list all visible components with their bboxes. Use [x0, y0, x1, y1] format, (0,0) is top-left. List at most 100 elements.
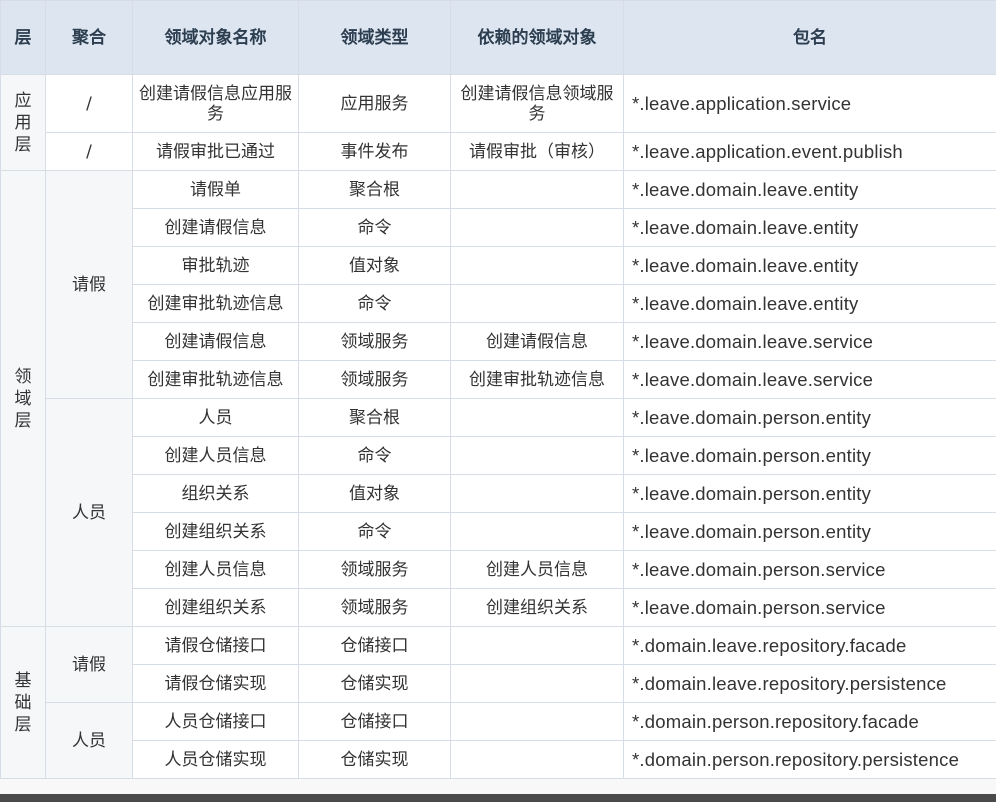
package-cell: *.domain.leave.repository.persistence — [623, 664, 996, 703]
object-name-cell: 创建组织关系 — [132, 512, 299, 551]
package-cell: *.leave.domain.leave.entity — [623, 284, 996, 323]
aggregate-cell: / — [45, 74, 133, 133]
aggregate-leave: 请假 — [45, 170, 133, 399]
table-row: 组织关系 值对象 *.leave.domain.person.entity — [1, 474, 996, 513]
package-cell: *.leave.domain.leave.entity — [623, 208, 996, 247]
object-name-cell: 创建审批轨迹信息 — [132, 284, 299, 323]
package-cell: *.leave.domain.person.entity — [623, 436, 996, 475]
table-row: 领 域 层 请假 请假单 聚合根 *.leave.domain.leave.en… — [0, 170, 996, 627]
table-row: 创建请假信息 命令 *.leave.domain.leave.entity — [1, 208, 996, 247]
table-row: 人员 人员 聚合根 *.leave.domain.person.entity — [1, 398, 996, 627]
package-cell: *.leave.domain.leave.entity — [623, 246, 996, 285]
package-cell: *.leave.domain.person.entity — [623, 512, 996, 551]
package-cell: *.leave.domain.leave.entity — [623, 170, 996, 209]
header-dependency: 依赖的领域对象 — [450, 0, 624, 75]
dependency-cell: 创建审批轨迹信息 — [450, 360, 624, 399]
object-name-cell: 创建请假信息 — [132, 322, 299, 361]
object-name-cell: 创建审批轨迹信息 — [132, 360, 299, 399]
dependency-cell — [450, 284, 624, 323]
package-table: 层 聚合 领域对象名称 领域类型 依赖的领域对象 包名 应 用 层 / 创建请假… — [0, 0, 996, 779]
domain-type-cell: 应用服务 — [298, 74, 451, 133]
object-name-cell: 创建请假信息应用服务 — [132, 74, 299, 133]
object-name-cell: 创建人员信息 — [132, 550, 299, 589]
header-layer: 层 — [0, 0, 46, 75]
domain-type-cell: 仓储实现 — [298, 664, 451, 703]
layer-infrastructure: 基 础 层 — [0, 626, 46, 779]
dependency-cell — [450, 474, 624, 513]
dependency-cell — [450, 664, 624, 703]
domain-type-cell: 仓储接口 — [298, 626, 451, 665]
dependency-cell: 创建组织关系 — [450, 588, 624, 627]
layer-application: 应 用 层 — [0, 74, 46, 171]
aggregate-cell: / — [45, 132, 133, 171]
object-name-cell: 创建组织关系 — [132, 588, 299, 627]
dependency-cell — [450, 740, 624, 779]
domain-type-cell: 领域服务 — [298, 360, 451, 399]
domain-type-cell: 事件发布 — [298, 132, 451, 171]
domain-type-cell: 值对象 — [298, 474, 451, 513]
object-name-cell: 创建请假信息 — [132, 208, 299, 247]
dependency-cell — [450, 626, 624, 665]
package-cell: *.domain.person.repository.facade — [623, 702, 996, 741]
header-row: 层 聚合 领域对象名称 领域类型 依赖的领域对象 包名 — [0, 0, 996, 75]
dependency-cell — [450, 436, 624, 475]
dependency-cell — [450, 512, 624, 551]
dependency-cell — [450, 398, 624, 437]
package-cell: *.leave.domain.leave.service — [623, 322, 996, 361]
table-row: / 请假审批已通过 事件发布 请假审批（审核） *.leave.applicat… — [1, 132, 996, 171]
package-cell: *.leave.application.event.publish — [623, 132, 996, 171]
aggregate-person: 人员 — [45, 702, 133, 779]
object-name-cell: 人员仓储接口 — [132, 702, 299, 741]
package-cell: *.leave.domain.person.entity — [623, 474, 996, 513]
domain-type-cell: 领域服务 — [298, 322, 451, 361]
package-cell: *.leave.domain.leave.service — [623, 360, 996, 399]
table-row: 应 用 层 / 创建请假信息应用服务 应用服务 创建请假信息领域服务 *.lea… — [0, 74, 996, 171]
dependency-cell — [450, 170, 624, 209]
object-name-cell: 请假单 — [132, 170, 299, 209]
header-aggregate: 聚合 — [45, 0, 133, 75]
domain-type-cell: 命令 — [298, 208, 451, 247]
domain-type-cell: 命令 — [298, 512, 451, 551]
domain-type-cell: 仓储接口 — [298, 702, 451, 741]
dependency-cell: 创建人员信息 — [450, 550, 624, 589]
table-row: 人员 人员仓储接口 仓储接口 *.domain.person.repositor… — [1, 702, 996, 779]
table-row: 创建审批轨迹信息 命令 *.leave.domain.leave.entity — [1, 284, 996, 323]
domain-type-cell: 领域服务 — [298, 550, 451, 589]
table-row: 请假仓储实现 仓储实现 *.domain.leave.repository.pe… — [1, 664, 996, 703]
table-row: 创建组织关系 领域服务 创建组织关系 *.leave.domain.person… — [1, 588, 996, 627]
package-cell: *.leave.application.service — [623, 74, 996, 133]
domain-type-cell: 仓储实现 — [298, 740, 451, 779]
domain-type-cell: 领域服务 — [298, 588, 451, 627]
domain-type-cell: 值对象 — [298, 246, 451, 285]
dependency-cell: 请假审批（审核） — [450, 132, 624, 171]
aggregate-person: 人员 — [45, 398, 133, 627]
object-name-cell: 请假仓储实现 — [132, 664, 299, 703]
object-name-cell: 创建人员信息 — [132, 436, 299, 475]
package-cell: *.domain.person.repository.persistence — [623, 740, 996, 779]
table-row: 审批轨迹 值对象 *.leave.domain.leave.entity — [1, 246, 996, 285]
dependency-cell — [450, 246, 624, 285]
table-row: 人员仓储实现 仓储实现 *.domain.person.repository.p… — [1, 740, 996, 779]
dependency-cell — [450, 702, 624, 741]
object-name-cell: 审批轨迹 — [132, 246, 299, 285]
dependency-cell — [450, 208, 624, 247]
table-row: 创建人员信息 领域服务 创建人员信息 *.leave.domain.person… — [1, 550, 996, 589]
package-cell: *.leave.domain.person.entity — [623, 398, 996, 437]
domain-type-cell: 聚合根 — [298, 398, 451, 437]
table-row: 基 础 层 请假 请假仓储接口 仓储接口 *.domain.leave.repo… — [0, 626, 996, 779]
object-name-cell: 请假仓储接口 — [132, 626, 299, 665]
layer-domain: 领 域 层 — [0, 170, 46, 627]
table-row: 创建审批轨迹信息 领域服务 创建审批轨迹信息 *.leave.domain.le… — [1, 360, 996, 399]
package-cell: *.leave.domain.person.service — [623, 588, 996, 627]
header-domain-type: 领域类型 — [298, 0, 451, 75]
domain-type-cell: 命令 — [298, 436, 451, 475]
domain-type-cell: 命令 — [298, 284, 451, 323]
package-cell: *.domain.leave.repository.facade — [623, 626, 996, 665]
object-name-cell: 组织关系 — [132, 474, 299, 513]
object-name-cell: 请假审批已通过 — [132, 132, 299, 171]
table-row: 创建组织关系 命令 *.leave.domain.person.entity — [1, 512, 996, 551]
bottom-bar — [0, 794, 996, 802]
object-name-cell: 人员 — [132, 398, 299, 437]
dependency-cell: 创建请假信息领域服务 — [450, 74, 624, 133]
object-name-cell: 人员仓储实现 — [132, 740, 299, 779]
